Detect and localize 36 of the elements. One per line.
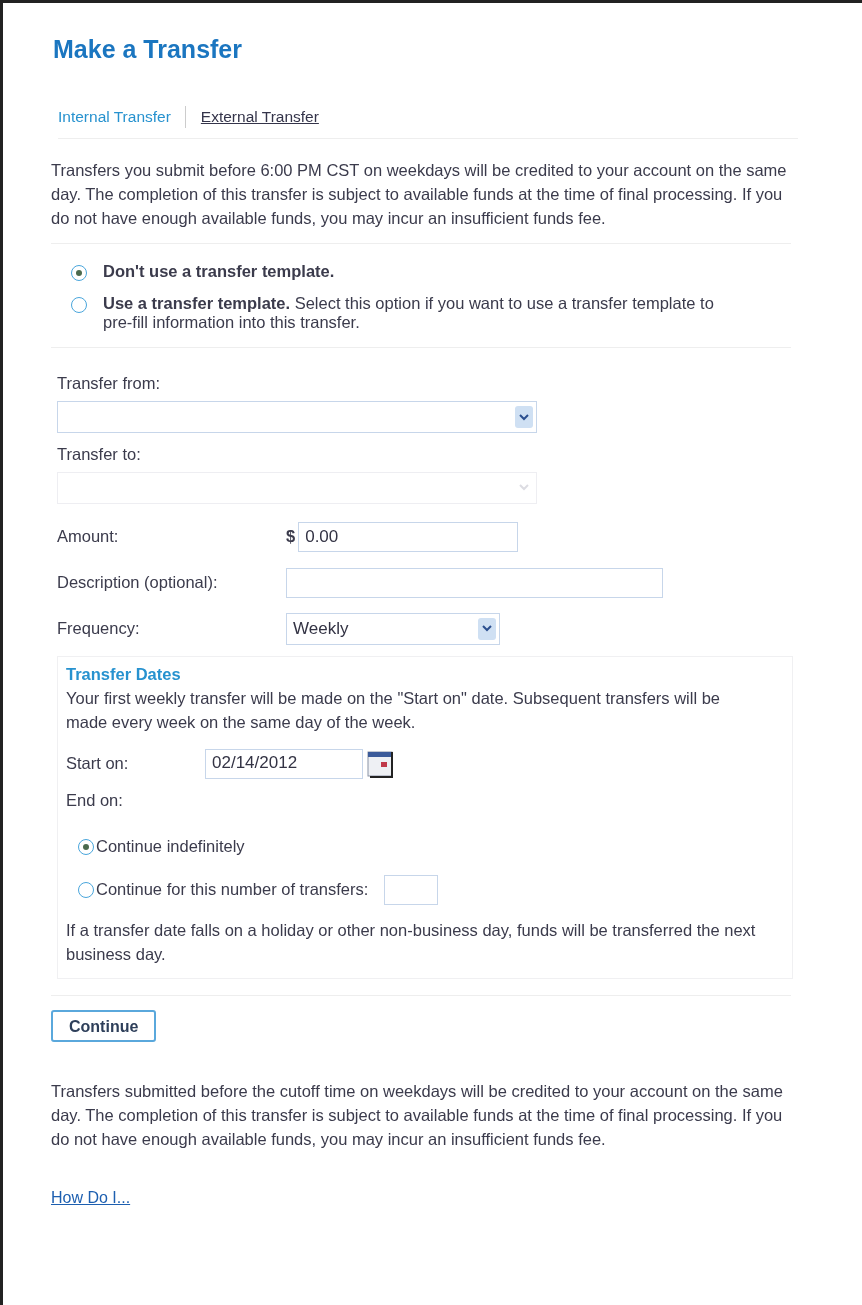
field-label: Description (optional):	[57, 572, 219, 593]
field-label: End on:	[66, 789, 124, 811]
count-field[interactable]	[384, 874, 439, 905]
field-label: Amount:	[57, 526, 120, 547]
radio-button[interactable]	[71, 296, 87, 313]
option-label: Use a transfer template. Select this option if you want to use a transfer template to pre-fill information into this transfer.	[103, 293, 715, 334]
option-label: Don't use a transfer template.	[103, 261, 336, 282]
info-text: Your first weekly transfer will be made on the "Start on" date. Subsequent transfers will be made every week on the same day of the week.	[66, 687, 722, 733]
field-label: Transfer to:	[57, 444, 142, 466]
calendar-icon[interactable]	[365, 748, 395, 779]
radio-button[interactable]	[78, 881, 94, 898]
amount-field[interactable]: 0.00	[298, 521, 519, 552]
help-link[interactable]: How Do I...	[51, 1186, 131, 1210]
tab[interactable]: External Transfer	[184, 105, 333, 128]
radio-button[interactable]	[71, 264, 87, 281]
tab[interactable]: Internal Transfer	[58, 105, 185, 128]
option-label: Continue for this number of transfers:	[96, 878, 369, 900]
radio-button[interactable]	[78, 838, 94, 855]
transfer-from-select[interactable]	[57, 401, 537, 434]
chevron-down-icon	[519, 413, 529, 421]
chevron-down-icon	[482, 625, 492, 633]
info-text: If a transfer date falls on a holiday or other non-business day, funds will be transferred the next business day.	[66, 919, 756, 965]
page-title: Make a Transfer	[53, 34, 243, 65]
chevron-down-icon	[519, 484, 529, 492]
description-field[interactable]	[286, 567, 663, 598]
section-heading: Transfer Dates	[66, 663, 182, 685]
info-text: Transfers submitted before the cutoff time on weekdays will be credited to your account on the same day. The completion of this transfer is subject to available funds at the time of final processing. If you do not have enough available funds, you may incur an insufficient funds fee.	[51, 1081, 784, 1151]
field-label: Transfer from:	[57, 373, 161, 395]
field-label: Start on:	[66, 752, 130, 774]
info-text: Transfers you submit before 6:00 PM CST on weekdays will be credited to your account on the same day. The completion of this transfer is subject to available funds at the time of final processing. If you do not have enough available funds, you may incur an insufficient funds fee.	[51, 158, 791, 244]
date-field[interactable]: 02/14/2012	[205, 748, 363, 779]
continue-button[interactable]: Continue	[51, 1010, 157, 1043]
currency-symbol: $	[286, 526, 296, 547]
frequency-select[interactable]: Weekly	[286, 612, 500, 645]
field-label: Frequency:	[57, 618, 141, 639]
option-label: Continue indefinitely	[96, 835, 245, 857]
